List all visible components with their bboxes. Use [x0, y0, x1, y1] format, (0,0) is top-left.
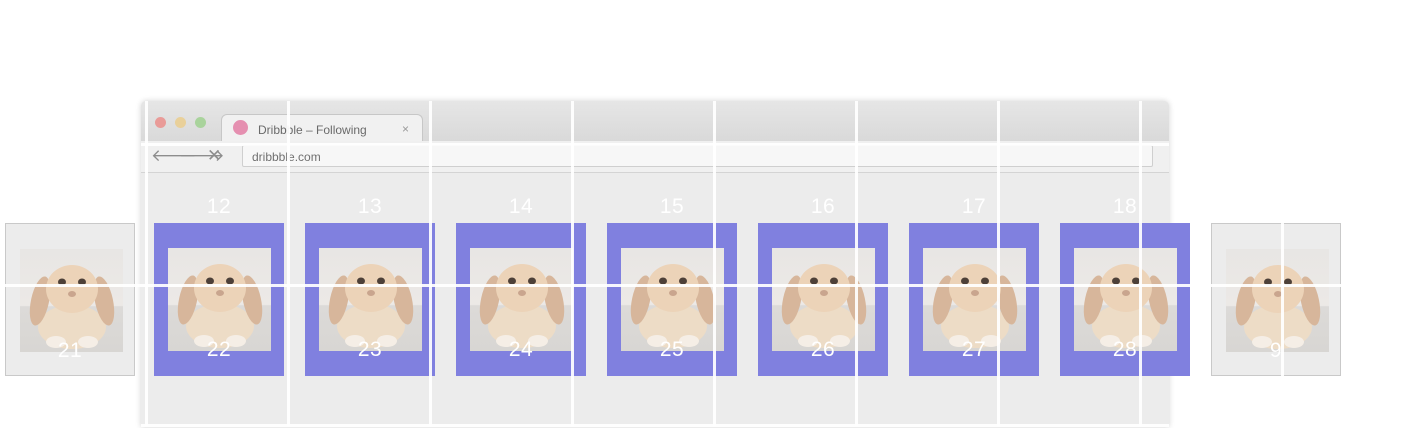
- tile-0[interactable]: 21: [5, 223, 135, 376]
- grid-vertical-line: [713, 101, 716, 426]
- tile-6[interactable]: 17 27: [909, 195, 1039, 376]
- tile-bottom-number: 25: [659, 338, 685, 361]
- bunny-photo: [1074, 248, 1177, 351]
- tile-top-number: 14: [508, 195, 534, 218]
- address-bar[interactable]: dribbble.com: [242, 145, 1153, 167]
- tile-8[interactable]: 9: [1211, 223, 1341, 376]
- grid-vertical-line: [855, 101, 858, 426]
- grid-horizontal-line: [141, 143, 1169, 146]
- bunny-photo: [923, 248, 1026, 351]
- grid-vertical-line: [1139, 101, 1142, 426]
- grid-vertical-line: [287, 101, 290, 426]
- tile-5[interactable]: 16 26: [758, 195, 888, 376]
- tile-bottom-number: 23: [357, 338, 383, 361]
- tile-bottom-number: 22: [206, 338, 232, 361]
- bunny-photo: [1226, 249, 1329, 352]
- tile-top-number: 17: [961, 195, 987, 218]
- tile-top-number: 13: [357, 195, 383, 218]
- tile-bottom-number: 9: [1269, 339, 1283, 362]
- tile-top-number: 18: [1112, 195, 1138, 218]
- dribbble-favicon-icon: [233, 120, 248, 135]
- tile-bottom-number: 21: [57, 339, 83, 362]
- green-traffic-light-icon[interactable]: [195, 117, 206, 128]
- grid-vertical-line: [429, 101, 432, 426]
- bunny-photo: [772, 248, 875, 351]
- stop-icon[interactable]: ✕: [207, 146, 221, 166]
- grid-horizontal-line: [141, 424, 1169, 427]
- grid-vertical-line: [145, 101, 148, 426]
- yellow-traffic-light-icon[interactable]: [175, 117, 186, 128]
- tile-top-number: 16: [810, 195, 836, 218]
- tile-bottom-number: 27: [961, 338, 987, 361]
- red-traffic-light-icon[interactable]: [155, 117, 166, 128]
- tile-top-number: 15: [659, 195, 685, 218]
- tab-close-icon[interactable]: ×: [402, 122, 409, 136]
- bunny-photo: [20, 249, 123, 352]
- bunny-photo: [319, 248, 422, 351]
- bunny-photo: [168, 248, 271, 351]
- tile-top-number: 12: [206, 195, 232, 218]
- tile-2[interactable]: 13 23: [305, 195, 435, 376]
- grid-vertical-line: [571, 101, 574, 426]
- tile-bottom-number: 28: [1112, 338, 1138, 361]
- tile-7[interactable]: 18 28: [1060, 195, 1190, 376]
- bunny-photo: [470, 248, 573, 351]
- bunny-photo: [621, 248, 724, 351]
- tile-bottom-number: 24: [508, 338, 534, 361]
- tab-title: Dribbble – Following: [258, 123, 367, 137]
- grid-vertical-line: [1281, 223, 1284, 376]
- tile-bottom-number: 26: [810, 338, 836, 361]
- browser-tab[interactable]: Dribbble – Following ×: [221, 114, 423, 142]
- title-bar: Dribbble – Following ×: [141, 101, 1169, 142]
- grid-vertical-line: [997, 101, 1000, 426]
- tile-3[interactable]: 14 24: [456, 195, 586, 376]
- tile-4[interactable]: 15 25: [607, 195, 737, 376]
- grid-horizontal-line: [0, 284, 1425, 287]
- tile-1[interactable]: 12 22: [154, 195, 284, 376]
